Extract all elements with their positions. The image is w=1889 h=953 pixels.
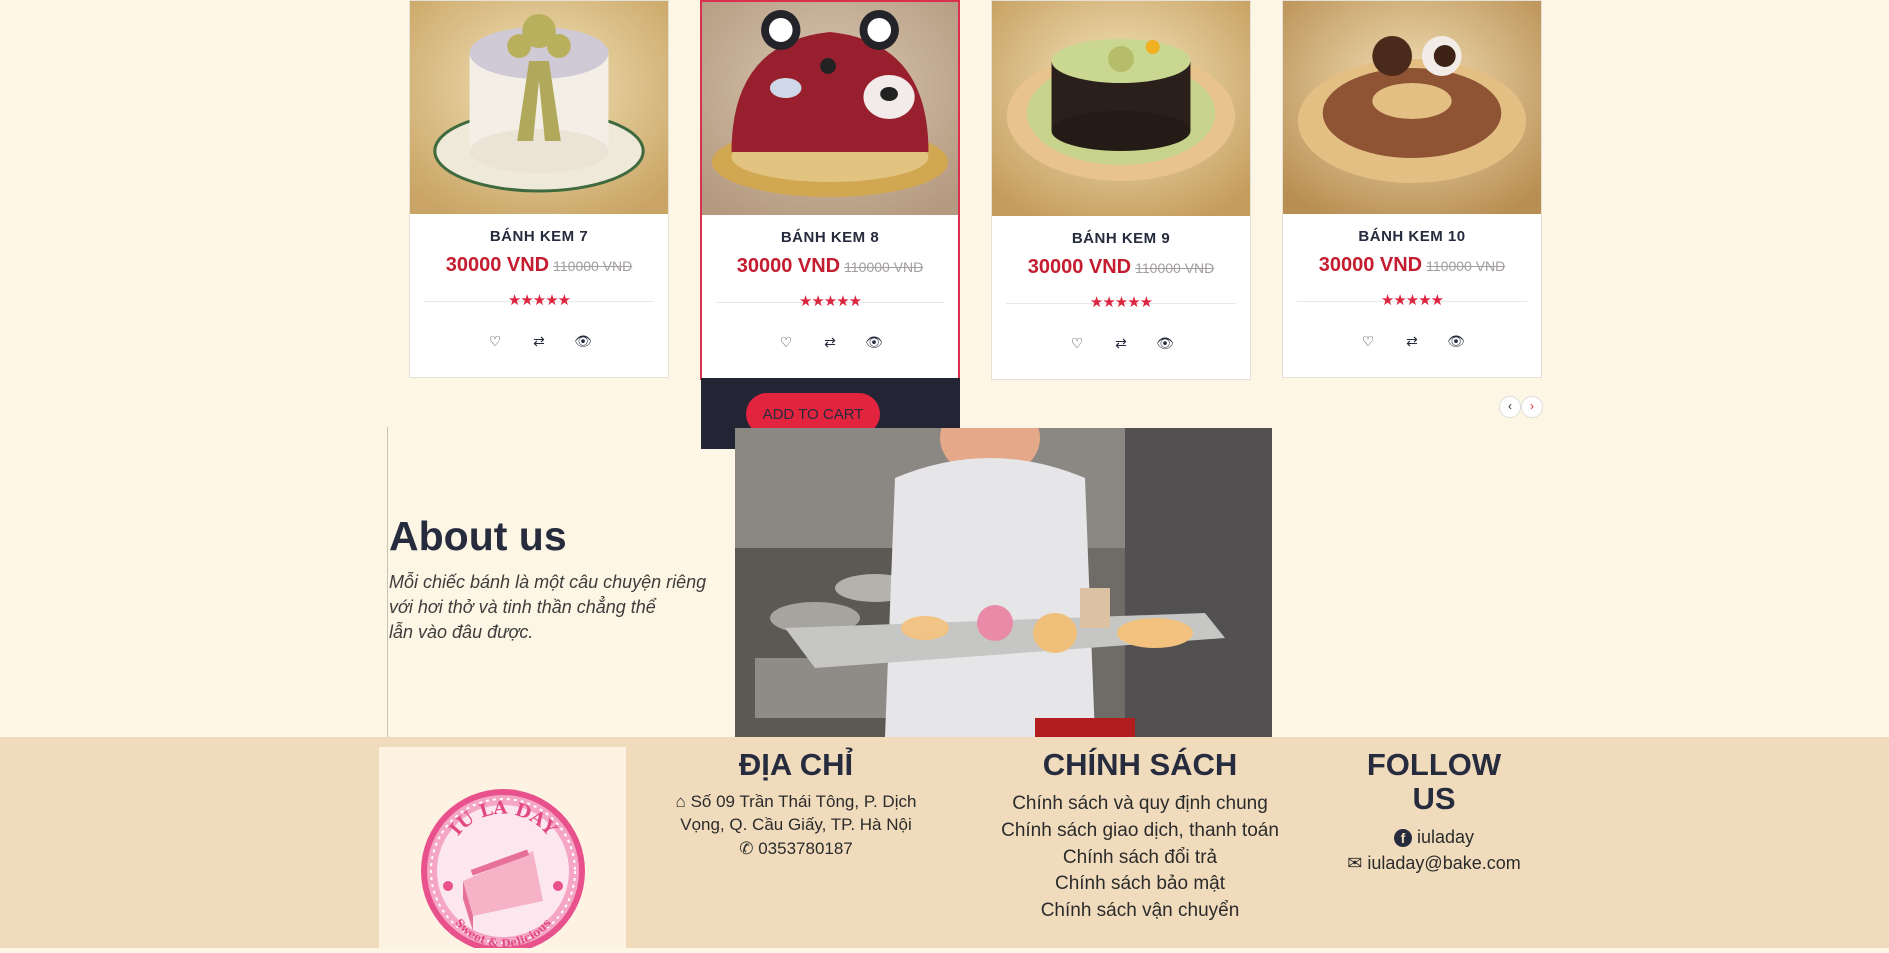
eye-icon[interactable]: 👁 xyxy=(1434,333,1478,350)
policy-heading: CHÍNH SÁCH xyxy=(1042,747,1238,782)
product-image[interactable] xyxy=(702,2,958,215)
rating-stars: ★★★★★ xyxy=(798,293,862,310)
policy-link[interactable]: Chính sách và quy định chung xyxy=(990,793,1290,815)
rating-stars: ★★★★★ xyxy=(1380,292,1444,309)
about-line: Mỗi chiếc bánh là một câu chuyện riêng xyxy=(389,572,707,592)
email-link[interactable]: ✉ iuladay@bake.com xyxy=(1334,853,1534,874)
compare-icon[interactable]: ⇄ xyxy=(808,334,852,351)
about-description: Mỗi chiếc bánh là một câu chuyện riêng v… xyxy=(389,570,739,645)
home-icon: ⌂ xyxy=(675,792,686,811)
facebook-handle: iuladay xyxy=(1416,827,1475,847)
chef-photo xyxy=(735,428,1272,737)
logo[interactable]: IU LA DAY Sweet & Delicious xyxy=(379,747,626,953)
facebook-link[interactable]: f iuladay xyxy=(1334,827,1534,848)
address-heading: ĐỊA CHỈ xyxy=(738,747,854,782)
follow-heading-line: US xyxy=(1412,781,1456,816)
about-title: About us xyxy=(389,513,567,559)
address-line-2: Vọng, Q. Cầu Giấy, TP. Hà Nội xyxy=(680,815,912,834)
chevron-left-icon[interactable]: ‹ xyxy=(1499,396,1521,418)
policy-link[interactable]: Chính sách đổi trả xyxy=(990,847,1290,869)
phone-line: ✆ 0353780187 xyxy=(646,839,946,859)
heart-icon[interactable]: ♡ xyxy=(1346,333,1390,350)
product-image[interactable] xyxy=(992,1,1250,216)
price-row: 30000 VND 110000 VND xyxy=(992,256,1250,279)
product-card[interactable]: BÁNH KEM 9 30000 VND 110000 VND ★★★★★ ♡ ⇄ 👁 xyxy=(991,0,1251,380)
eye-icon[interactable]: 👁 xyxy=(1143,335,1187,352)
rating-stars: ★★★★★ xyxy=(507,292,571,309)
chevron-right-icon[interactable]: › xyxy=(1521,396,1543,418)
compare-icon[interactable]: ⇄ xyxy=(1099,335,1143,352)
product-price: 30000 VND xyxy=(1318,254,1423,276)
price-row: 30000 VND 110000 VND xyxy=(410,254,668,277)
policy-link[interactable]: Chính sách vận chuyển xyxy=(990,900,1290,922)
product-carousel: BÁNH KEM 7 30000 VND 110000 VND ★★★★★ ♡ ⇄ 👁 xyxy=(409,0,1545,380)
policy-link[interactable]: Chính sách bảo mật xyxy=(990,873,1290,895)
product-price: 30000 VND xyxy=(736,255,841,277)
eye-icon[interactable]: 👁 xyxy=(561,333,605,350)
eye-icon[interactable]: 👁 xyxy=(852,334,896,351)
facebook-icon: f xyxy=(1393,829,1412,847)
product-actions: ♡ ⇄ 👁 xyxy=(702,334,958,352)
product-title[interactable]: BÁNH KEM 10 xyxy=(1283,228,1541,245)
product-actions: ♡ ⇄ 👁 xyxy=(992,335,1250,353)
price-row: 30000 VND 110000 VND xyxy=(1283,254,1541,277)
product-title[interactable]: BÁNH KEM 7 xyxy=(410,228,668,245)
rating-stars: ★★★★★ xyxy=(1089,294,1153,311)
follow-heading-line: FOLLOW xyxy=(1366,747,1502,782)
product-actions: ♡ ⇄ 👁 xyxy=(1283,333,1541,351)
about-divider xyxy=(387,427,388,737)
price-row: 30000 VND 110000 VND xyxy=(702,255,958,278)
heart-icon[interactable]: ♡ xyxy=(1055,335,1099,352)
mail-icon: ✉ xyxy=(1347,853,1363,873)
phone-number[interactable]: 0353780187 xyxy=(758,839,853,858)
product-title[interactable]: BÁNH KEM 9 xyxy=(992,230,1250,247)
address-line: ⌂ Số 09 Trần Thái Tông, P. Dịch xyxy=(646,792,946,812)
product-card[interactable]: BÁNH KEM 10 30000 VND 110000 VND ★★★★★ ♡ ⇄… xyxy=(1282,0,1542,378)
product-price: 30000 VND xyxy=(1027,256,1132,278)
product-old-price: 110000 VND xyxy=(1135,260,1215,276)
compare-icon[interactable]: ⇄ xyxy=(1390,333,1434,350)
heart-icon[interactable]: ♡ xyxy=(764,334,808,351)
about-line: lẫn vào đâu được. xyxy=(389,622,534,642)
policy-link[interactable]: Chính sách giao dịch, thanh toán xyxy=(990,820,1290,842)
product-price: 30000 VND xyxy=(445,254,550,276)
product-old-price: 110000 VND xyxy=(1426,258,1506,274)
about-line: với hơi thở và tinh thần chẳng thể xyxy=(389,597,656,617)
product-image[interactable] xyxy=(410,1,668,214)
compare-icon[interactable]: ⇄ xyxy=(517,333,561,350)
product-image[interactable] xyxy=(1283,1,1541,214)
product-old-price: 110000 VND xyxy=(553,258,633,274)
product-actions: ♡ ⇄ 👁 xyxy=(410,333,668,351)
follow-heading: FOLLOW US xyxy=(1334,748,1534,816)
product-card[interactable]: BÁNH KEM 7 30000 VND 110000 VND ★★★★★ ♡ ⇄ 👁 xyxy=(409,0,669,378)
product-title[interactable]: BÁNH KEM 8 xyxy=(702,229,958,246)
address-line-1: Số 09 Trần Thái Tông, P. Dịch xyxy=(690,792,917,811)
phone-icon: ✆ xyxy=(739,839,754,858)
site-footer: IU LA DAY Sweet & Delicious ĐỊA CHỈ ⌂ Số… xyxy=(0,737,1889,953)
product-old-price: 110000 VND xyxy=(844,259,924,275)
product-card[interactable]: BÁNH KEM 8 30000 VND 110000 VND ★★★★★ ♡ ⇄ 👁 xyxy=(700,0,960,380)
heart-icon[interactable]: ♡ xyxy=(473,333,517,350)
email-address: iuladay@bake.com xyxy=(1367,853,1521,873)
